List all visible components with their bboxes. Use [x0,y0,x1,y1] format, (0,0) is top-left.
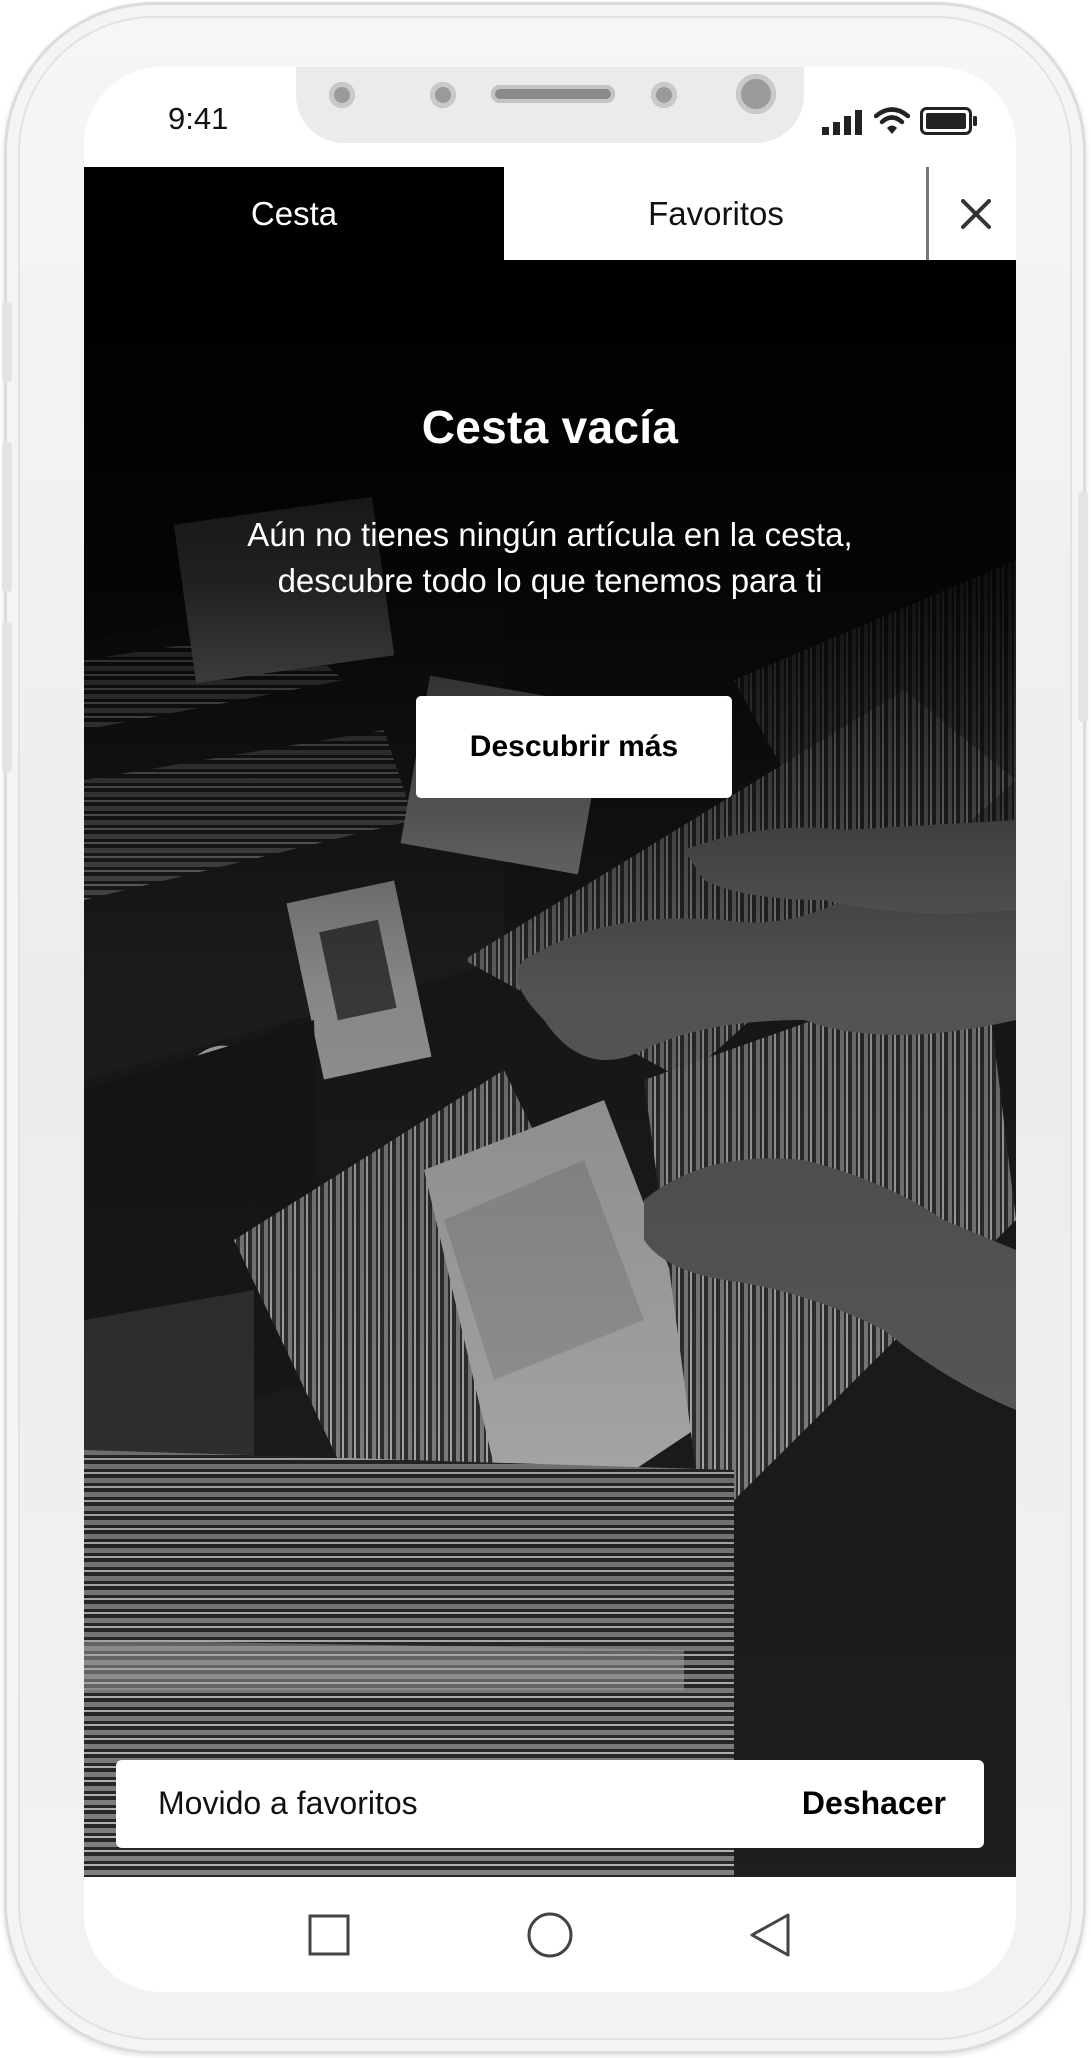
side-button [1078,492,1088,722]
status-time: 9:41 [168,101,229,136]
speaker-grille [491,85,615,103]
empty-cart-title: Cesta vacía [421,401,679,453]
battery-icon [920,107,977,135]
empty-cart-message-line: Aún no tienes ningún artícula en la cest… [247,516,853,553]
sensor-dot [329,82,355,108]
square-icon [308,1914,350,1956]
home-button[interactable] [520,1905,580,1965]
close-icon [961,198,991,229]
circle-icon [527,1912,573,1958]
phone-screen: 9:41 Cesta Favoritos Cesta vacía Aún no … [84,67,1016,1992]
vinyl-records-background [84,260,1016,1877]
tab-divider [926,167,929,263]
tab-favoritos[interactable]: Favoritos [504,167,928,260]
front-camera [736,74,776,114]
snackbar: Movido a favoritos Deshacer [116,1760,984,1848]
navigation-bar [84,1877,1016,1992]
tab-bar: Cesta Favoritos [84,167,1016,263]
discover-more-button[interactable]: Descubrir más [416,696,732,798]
triangle-back-icon [750,1913,790,1957]
camera-notch [296,67,804,143]
tab-cesta-label: Cesta [250,194,338,232]
side-button [2,622,12,772]
tab-cesta[interactable]: Cesta [84,167,504,260]
sensor-dot [430,82,456,108]
snackbar-message: Movido a favoritos [158,1785,418,1821]
recents-button[interactable] [299,1905,359,1965]
side-button [2,302,12,382]
undo-button[interactable]: Deshacer [802,1785,946,1822]
empty-cart-message-line: descubre todo lo que tenemos para ti [277,562,823,599]
tab-favoritos-label: Favoritos [648,194,784,232]
side-button [2,442,12,592]
empty-cart-hero: Cesta vacía Aún no tienes ningún artícul… [84,260,1016,1877]
wifi-icon [874,107,910,134]
sensor-dot [651,82,677,108]
back-button[interactable] [740,1905,800,1965]
phone-frame: 9:41 Cesta Favoritos Cesta vacía Aún no … [2,2,1088,2054]
close-button[interactable] [936,167,1016,260]
signal-icon [822,110,862,135]
status-icons [822,105,978,135]
empty-cart-message: Aún no tienes ningún artícula en la cest… [174,512,926,604]
